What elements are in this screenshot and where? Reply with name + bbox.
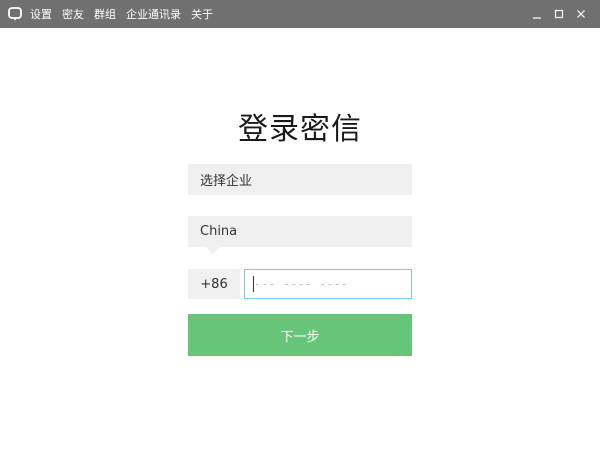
window-controls bbox=[526, 0, 592, 28]
maximize-button[interactable] bbox=[548, 0, 570, 28]
chat-bubble-logo-icon bbox=[8, 7, 22, 21]
text-caret bbox=[253, 276, 254, 292]
dropdown-pointer-icon bbox=[206, 247, 220, 254]
country-select-field[interactable]: China bbox=[188, 216, 412, 247]
title-bar: 设置 密友 群组 企业通讯录 关于 bbox=[0, 0, 600, 28]
close-icon bbox=[577, 10, 585, 18]
close-button[interactable] bbox=[570, 0, 592, 28]
login-title: 登录密信 bbox=[238, 112, 362, 147]
next-step-button[interactable]: 下一步 bbox=[188, 314, 412, 356]
menu-item-settings[interactable]: 设置 bbox=[30, 6, 52, 22]
maximize-icon bbox=[554, 9, 564, 19]
minimize-icon bbox=[533, 17, 541, 19]
phone-number-input[interactable] bbox=[244, 269, 412, 299]
country-code-label: +86 bbox=[188, 269, 240, 299]
minimize-button[interactable] bbox=[526, 0, 548, 28]
company-select-field[interactable]: 选择企业 bbox=[188, 164, 412, 195]
menu-item-about[interactable]: 关于 bbox=[191, 6, 213, 22]
top-menu: 设置 密友 群组 企业通讯录 关于 bbox=[30, 6, 223, 22]
menu-item-groups[interactable]: 群组 bbox=[94, 6, 116, 22]
menu-item-enterprise-contacts[interactable]: 企业通讯录 bbox=[126, 6, 181, 22]
menu-item-close-friends[interactable]: 密友 bbox=[62, 6, 84, 22]
login-window: 设置 密友 群组 企业通讯录 关于 登录密信 选择企业 China +86 --… bbox=[0, 0, 600, 450]
